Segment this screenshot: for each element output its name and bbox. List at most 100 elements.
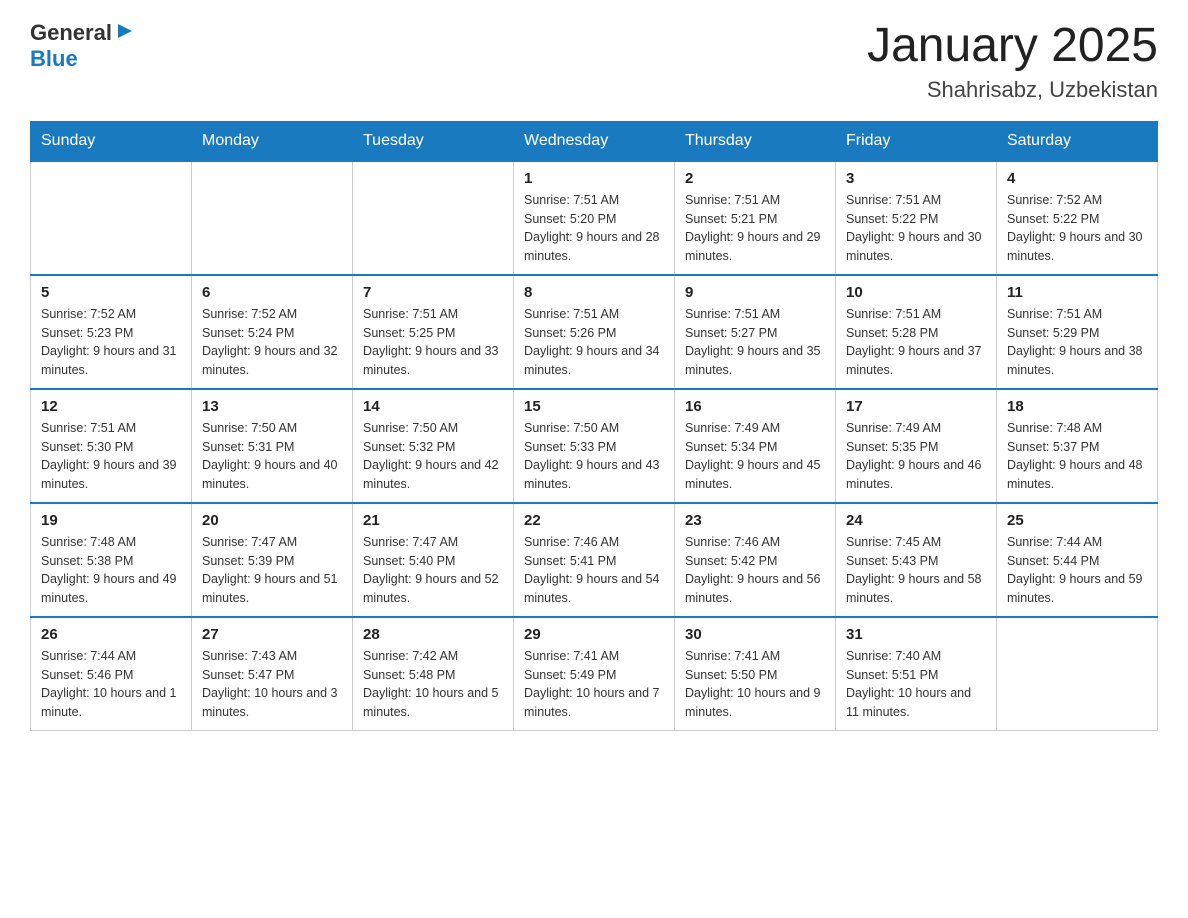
calendar-week-row: 5 Sunrise: 7:52 AM Sunset: 5:23 PM Daylig…	[31, 275, 1158, 389]
calendar-empty-cell	[192, 161, 353, 275]
location-title: Shahrisabz, Uzbekistan	[867, 77, 1158, 103]
day-info: Sunrise: 7:44 AM Sunset: 5:44 PM Dayligh…	[1007, 533, 1147, 608]
calendar-day-12: 12 Sunrise: 7:51 AM Sunset: 5:30 PM Dayli…	[31, 389, 192, 503]
day-number: 1	[524, 170, 664, 187]
day-info: Sunrise: 7:44 AM Sunset: 5:46 PM Dayligh…	[41, 647, 181, 722]
weekday-header-sunday: Sunday	[31, 121, 192, 161]
day-number: 4	[1007, 170, 1147, 187]
day-number: 5	[41, 284, 181, 301]
calendar-day-29: 29 Sunrise: 7:41 AM Sunset: 5:49 PM Dayli…	[514, 617, 675, 731]
day-info: Sunrise: 7:42 AM Sunset: 5:48 PM Dayligh…	[363, 647, 503, 722]
day-number: 25	[1007, 512, 1147, 529]
day-number: 14	[363, 398, 503, 415]
calendar-day-27: 27 Sunrise: 7:43 AM Sunset: 5:47 PM Dayli…	[192, 617, 353, 731]
day-info: Sunrise: 7:52 AM Sunset: 5:23 PM Dayligh…	[41, 305, 181, 380]
day-number: 17	[846, 398, 986, 415]
day-number: 16	[685, 398, 825, 415]
day-info: Sunrise: 7:51 AM Sunset: 5:29 PM Dayligh…	[1007, 305, 1147, 380]
calendar-day-7: 7Sunrise: 7:51 AM Sunset: 5:25 PM Daylig…	[353, 275, 514, 389]
logo-arrow-icon	[114, 20, 136, 42]
weekday-header-wednesday: Wednesday	[514, 121, 675, 161]
calendar-day-21: 21Sunrise: 7:47 AM Sunset: 5:40 PM Dayli…	[353, 503, 514, 617]
calendar-day-1: 1Sunrise: 7:51 AM Sunset: 5:20 PM Daylig…	[514, 161, 675, 275]
calendar-day-3: 3 Sunrise: 7:51 AM Sunset: 5:22 PM Daylig…	[836, 161, 997, 275]
day-info: Sunrise: 7:47 AM Sunset: 5:39 PM Dayligh…	[202, 533, 342, 608]
day-number: 2	[685, 170, 825, 187]
day-info: Sunrise: 7:46 AM Sunset: 5:41 PM Dayligh…	[524, 533, 664, 608]
calendar-day-20: 20 Sunrise: 7:47 AM Sunset: 5:39 PM Dayli…	[192, 503, 353, 617]
page-header: General Blue January 2025 Shahrisabz, Uz…	[30, 20, 1158, 103]
calendar-day-30: 30Sunrise: 7:41 AM Sunset: 5:50 PM Dayli…	[675, 617, 836, 731]
day-number: 21	[363, 512, 503, 529]
calendar-table: SundayMondayTuesdayWednesdayThursdayFrid…	[30, 121, 1158, 731]
calendar-day-26: 26 Sunrise: 7:44 AM Sunset: 5:46 PM Dayli…	[31, 617, 192, 731]
calendar-week-row: 12 Sunrise: 7:51 AM Sunset: 5:30 PM Dayli…	[31, 389, 1158, 503]
day-info: Sunrise: 7:51 AM Sunset: 5:27 PM Dayligh…	[685, 305, 825, 380]
day-number: 24	[846, 512, 986, 529]
day-info: Sunrise: 7:51 AM Sunset: 5:28 PM Dayligh…	[846, 305, 986, 380]
day-info: Sunrise: 7:50 AM Sunset: 5:31 PM Dayligh…	[202, 419, 342, 494]
calendar-day-10: 10 Sunrise: 7:51 AM Sunset: 5:28 PM Dayli…	[836, 275, 997, 389]
calendar-week-row: 26 Sunrise: 7:44 AM Sunset: 5:46 PM Dayli…	[31, 617, 1158, 731]
calendar-day-28: 28 Sunrise: 7:42 AM Sunset: 5:48 PM Dayli…	[353, 617, 514, 731]
calendar-day-8: 8 Sunrise: 7:51 AM Sunset: 5:26 PM Daylig…	[514, 275, 675, 389]
day-info: Sunrise: 7:45 AM Sunset: 5:43 PM Dayligh…	[846, 533, 986, 608]
calendar-day-11: 11 Sunrise: 7:51 AM Sunset: 5:29 PM Dayli…	[997, 275, 1158, 389]
day-number: 11	[1007, 284, 1147, 301]
day-number: 20	[202, 512, 342, 529]
day-number: 12	[41, 398, 181, 415]
calendar-week-row: 19 Sunrise: 7:48 AM Sunset: 5:38 PM Dayli…	[31, 503, 1158, 617]
day-info: Sunrise: 7:49 AM Sunset: 5:34 PM Dayligh…	[685, 419, 825, 494]
day-info: Sunrise: 7:48 AM Sunset: 5:37 PM Dayligh…	[1007, 419, 1147, 494]
day-info: Sunrise: 7:50 AM Sunset: 5:32 PM Dayligh…	[363, 419, 503, 494]
month-title: January 2025	[867, 20, 1158, 73]
day-info: Sunrise: 7:52 AM Sunset: 5:22 PM Dayligh…	[1007, 191, 1147, 266]
day-info: Sunrise: 7:51 AM Sunset: 5:22 PM Dayligh…	[846, 191, 986, 266]
day-info: Sunrise: 7:51 AM Sunset: 5:25 PM Dayligh…	[363, 305, 503, 380]
calendar-day-15: 15 Sunrise: 7:50 AM Sunset: 5:33 PM Dayli…	[514, 389, 675, 503]
day-number: 18	[1007, 398, 1147, 415]
day-number: 13	[202, 398, 342, 415]
calendar-day-5: 5 Sunrise: 7:52 AM Sunset: 5:23 PM Daylig…	[31, 275, 192, 389]
day-info: Sunrise: 7:41 AM Sunset: 5:49 PM Dayligh…	[524, 647, 664, 722]
day-number: 31	[846, 626, 986, 643]
calendar-day-16: 16 Sunrise: 7:49 AM Sunset: 5:34 PM Dayli…	[675, 389, 836, 503]
day-info: Sunrise: 7:41 AM Sunset: 5:50 PM Dayligh…	[685, 647, 825, 722]
day-number: 26	[41, 626, 181, 643]
day-number: 23	[685, 512, 825, 529]
day-info: Sunrise: 7:50 AM Sunset: 5:33 PM Dayligh…	[524, 419, 664, 494]
day-info: Sunrise: 7:48 AM Sunset: 5:38 PM Dayligh…	[41, 533, 181, 608]
logo-blue-text: Blue	[30, 46, 78, 72]
day-number: 8	[524, 284, 664, 301]
calendar-day-13: 13 Sunrise: 7:50 AM Sunset: 5:31 PM Dayli…	[192, 389, 353, 503]
calendar-empty-cell	[31, 161, 192, 275]
day-number: 15	[524, 398, 664, 415]
day-info: Sunrise: 7:40 AM Sunset: 5:51 PM Dayligh…	[846, 647, 986, 722]
day-info: Sunrise: 7:49 AM Sunset: 5:35 PM Dayligh…	[846, 419, 986, 494]
day-number: 19	[41, 512, 181, 529]
calendar-header-row: SundayMondayTuesdayWednesdayThursdayFrid…	[31, 121, 1158, 161]
calendar-empty-cell	[997, 617, 1158, 731]
weekday-header-monday: Monday	[192, 121, 353, 161]
title-block: January 2025 Shahrisabz, Uzbekistan	[867, 20, 1158, 103]
day-info: Sunrise: 7:52 AM Sunset: 5:24 PM Dayligh…	[202, 305, 342, 380]
calendar-day-25: 25 Sunrise: 7:44 AM Sunset: 5:44 PM Dayli…	[997, 503, 1158, 617]
calendar-day-19: 19 Sunrise: 7:48 AM Sunset: 5:38 PM Dayli…	[31, 503, 192, 617]
calendar-day-9: 9 Sunrise: 7:51 AM Sunset: 5:27 PM Daylig…	[675, 275, 836, 389]
day-number: 9	[685, 284, 825, 301]
day-number: 29	[524, 626, 664, 643]
day-number: 27	[202, 626, 342, 643]
day-info: Sunrise: 7:51 AM Sunset: 5:30 PM Dayligh…	[41, 419, 181, 494]
day-number: 22	[524, 512, 664, 529]
day-number: 6	[202, 284, 342, 301]
day-number: 10	[846, 284, 986, 301]
day-number: 28	[363, 626, 503, 643]
day-info: Sunrise: 7:43 AM Sunset: 5:47 PM Dayligh…	[202, 647, 342, 722]
day-info: Sunrise: 7:51 AM Sunset: 5:26 PM Dayligh…	[524, 305, 664, 380]
weekday-header-saturday: Saturday	[997, 121, 1158, 161]
day-number: 3	[846, 170, 986, 187]
calendar-day-24: 24 Sunrise: 7:45 AM Sunset: 5:43 PM Dayli…	[836, 503, 997, 617]
day-info: Sunrise: 7:46 AM Sunset: 5:42 PM Dayligh…	[685, 533, 825, 608]
day-info: Sunrise: 7:51 AM Sunset: 5:21 PM Dayligh…	[685, 191, 825, 266]
calendar-day-6: 6 Sunrise: 7:52 AM Sunset: 5:24 PM Daylig…	[192, 275, 353, 389]
